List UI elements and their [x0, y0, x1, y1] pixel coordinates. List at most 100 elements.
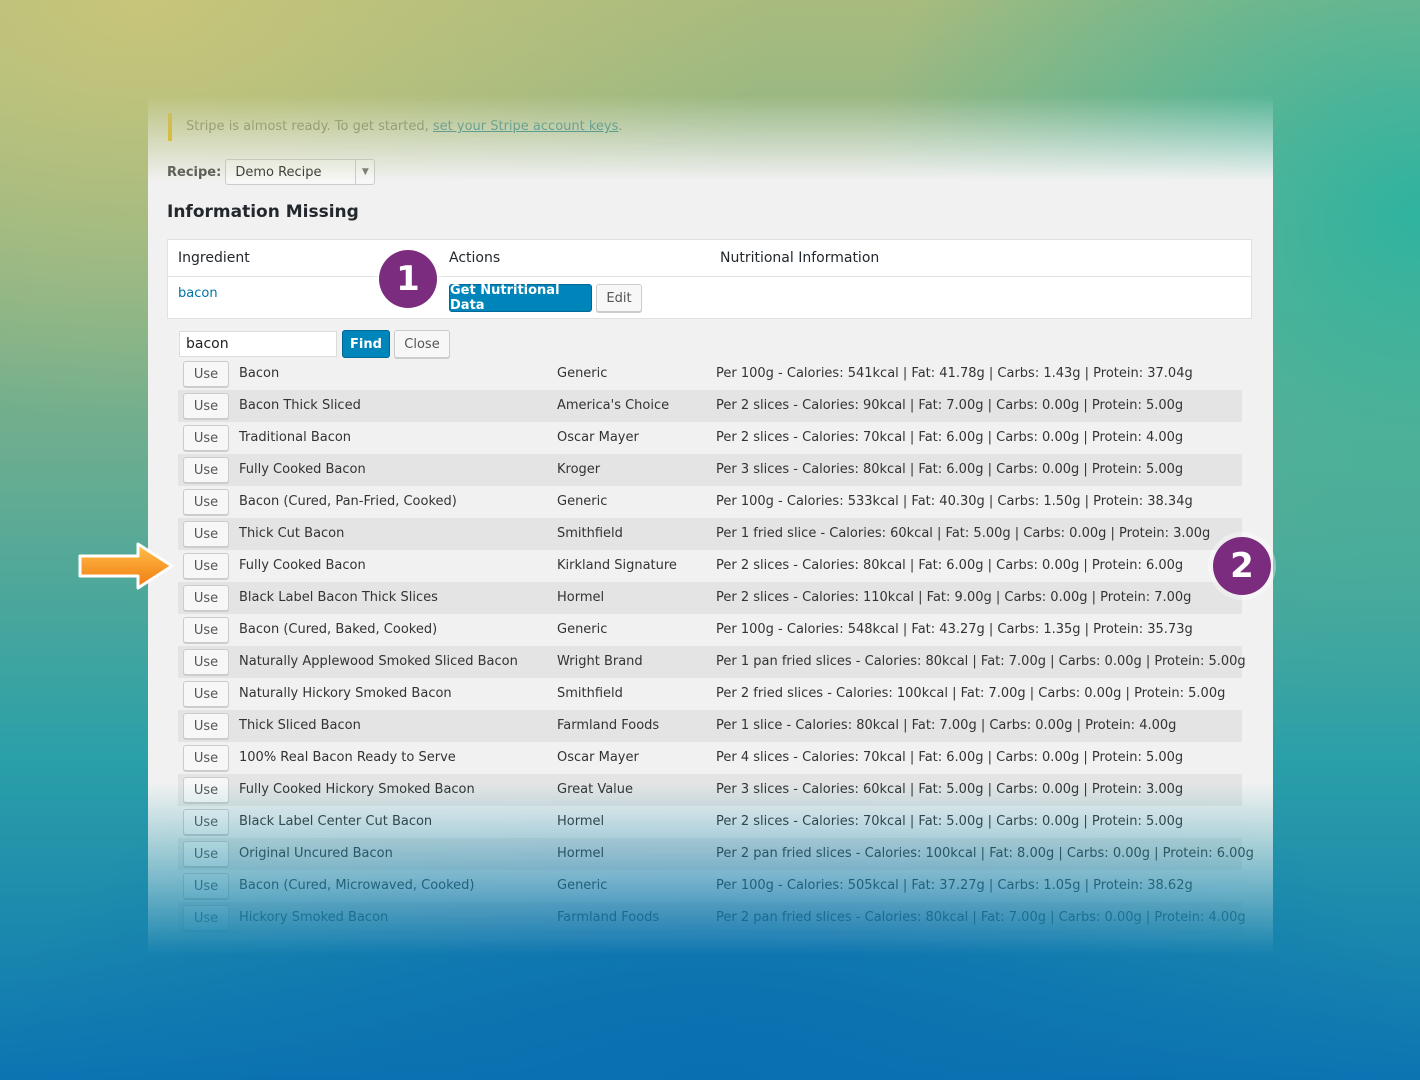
result-brand: Generic — [557, 366, 608, 381]
result-row: Use Fully Cooked Bacon Kroger Per 3 slices … — [178, 454, 1242, 486]
result-brand: Oscar Mayer — [557, 750, 639, 765]
notice-end: . — [618, 119, 623, 134]
result-brand: Smithfield — [557, 686, 623, 701]
use-button[interactable]: Use — [183, 681, 229, 707]
recipe-select-value: Demo Recipe — [235, 164, 322, 180]
result-row: Use Original Uncured Bacon Hormel Per 2 pan… — [178, 838, 1254, 870]
result-brand: Generic — [557, 494, 608, 509]
ingredient-link[interactable]: bacon — [178, 286, 218, 301]
result-name: Black Label Center Cut Bacon — [239, 814, 433, 829]
ingredients-table: Ingredient Actions Nutritional Informati… — [167, 239, 1252, 319]
result-nutrition: Per 2 slices - Calories: 80kcal | Fat: 6… — [716, 558, 1184, 573]
result-name: Thick Sliced Bacon — [239, 718, 361, 733]
use-button[interactable]: Use — [183, 809, 229, 835]
result-nutrition: Per 100g - Calories: 548kcal | Fat: 43.2… — [716, 622, 1193, 637]
result-row: Use Thick Sliced Bacon Farmland Foods Per 1… — [178, 710, 1242, 742]
result-nutrition: Per 2 slices - Calories: 70kcal | Fat: 5… — [716, 814, 1184, 829]
result-row: Use Bacon (Cured, Pan-Fried, Cooked) Gener… — [178, 486, 1242, 518]
use-button[interactable]: Use — [183, 713, 229, 739]
result-name: Thick Cut Bacon — [239, 526, 345, 541]
result-row: Use Black Label Bacon Thick Slices Hormel P… — [178, 582, 1242, 614]
result-brand: America's Choice — [557, 398, 670, 413]
result-name: Fully Cooked Hickory Smoked Bacon — [239, 782, 475, 797]
result-brand: Smithfield — [557, 526, 623, 541]
result-name: Naturally Hickory Smoked Bacon — [239, 686, 452, 701]
result-brand: Great Value — [557, 782, 634, 797]
use-button[interactable]: Use — [183, 425, 229, 451]
use-button[interactable]: Use — [183, 777, 229, 803]
result-brand: Generic — [557, 878, 608, 893]
result-name: Bacon (Cured, Baked, Cooked) — [239, 622, 438, 637]
result-nutrition: Per 100g - Calories: 533kcal | Fat: 40.3… — [716, 494, 1193, 509]
use-button[interactable]: Use — [183, 521, 229, 547]
result-nutrition: Per 4 slices - Calories: 70kcal | Fat: 6… — [716, 750, 1184, 765]
result-brand: Kirkland Signature — [557, 558, 677, 573]
result-nutrition: Per 1 pan fried slices - Calories: 80kca… — [716, 654, 1246, 669]
page-title: Information Missing — [167, 202, 359, 222]
result-brand: Hormel — [557, 814, 605, 829]
result-row: Use Hickory Smoked Bacon Farmland Foods Per… — [178, 902, 1246, 934]
result-row: Use Bacon (Cured, Baked, Cooked) Generic Pe… — [178, 614, 1242, 646]
annotation-badge-1: 1 — [379, 250, 437, 308]
arrow-right-icon — [78, 542, 174, 590]
result-name: Bacon (Cured, Pan-Fried, Cooked) — [239, 494, 457, 509]
admin-panel: Stripe is almost ready. To get started, … — [148, 95, 1273, 955]
result-brand: Generic — [557, 622, 608, 637]
edit-button[interactable]: Edit — [596, 284, 642, 312]
results-list: Use Bacon Generic Per 100g - Calories: 541k… — [178, 358, 1254, 934]
result-name: Traditional Bacon — [239, 430, 352, 445]
use-button[interactable]: Use — [183, 649, 229, 675]
result-name: Black Label Bacon Thick Slices — [239, 590, 438, 605]
result-brand: Kroger — [557, 462, 601, 477]
result-name: Fully Cooked Bacon — [239, 558, 366, 573]
result-name: Bacon (Cured, Microwaved, Cooked) — [239, 878, 475, 893]
use-button[interactable]: Use — [183, 489, 229, 515]
result-nutrition: Per 3 slices - Calories: 60kcal | Fat: 5… — [716, 782, 1184, 797]
result-row: Use Bacon Thick Sliced America's Choice Per… — [178, 390, 1242, 422]
result-name: Fully Cooked Bacon — [239, 462, 366, 477]
result-name: Original Uncured Bacon — [239, 846, 393, 861]
find-button[interactable]: Find — [342, 330, 390, 358]
result-row: Use Thick Cut Bacon Smithfield Per 1 fried … — [178, 518, 1242, 550]
result-nutrition: Per 3 slices - Calories: 80kcal | Fat: 6… — [716, 462, 1184, 477]
result-brand: Hormel — [557, 846, 605, 861]
use-button[interactable]: Use — [183, 873, 229, 899]
use-button[interactable]: Use — [183, 553, 229, 579]
stripe-keys-link[interactable]: set your Stripe account keys — [433, 119, 619, 134]
use-button[interactable]: Use — [183, 905, 229, 931]
use-button[interactable]: Use — [183, 361, 229, 387]
result-brand: Oscar Mayer — [557, 430, 639, 445]
result-name: Hickory Smoked Bacon — [239, 910, 389, 925]
notice-text: Stripe is almost ready. To get started, — [186, 119, 433, 134]
close-button[interactable]: Close — [394, 330, 450, 358]
search-input[interactable]: bacon — [179, 331, 337, 357]
use-button[interactable]: Use — [183, 585, 229, 611]
result-nutrition: Per 2 slices - Calories: 90kcal | Fat: 7… — [716, 398, 1184, 413]
use-button[interactable]: Use — [183, 457, 229, 483]
result-brand: Farmland Foods — [557, 910, 660, 925]
result-row: Use Black Label Center Cut Bacon Hormel Per… — [178, 806, 1242, 838]
result-nutrition: Per 2 pan fried slices - Calories: 100kc… — [716, 846, 1254, 861]
use-button[interactable]: Use — [183, 617, 229, 643]
recipe-select[interactable]: Demo Recipe ▼ — [225, 159, 376, 185]
header-divider — [168, 276, 1251, 277]
get-nutritional-data-button[interactable]: Get Nutritional Data — [449, 283, 592, 313]
result-nutrition: Per 1 fried slice - Calories: 60kcal | F… — [716, 526, 1211, 541]
result-nutrition: Per 2 slices - Calories: 110kcal | Fat: … — [716, 590, 1192, 605]
search-row: bacon Find Close — [179, 330, 450, 358]
use-button[interactable]: Use — [183, 393, 229, 419]
result-row: Use Naturally Hickory Smoked Bacon Smithfi… — [178, 678, 1242, 710]
use-button[interactable]: Use — [183, 841, 229, 867]
result-row: Use Bacon (Cured, Microwaved, Cooked) Gene… — [178, 870, 1242, 902]
result-nutrition: Per 1 slice - Calories: 80kcal | Fat: 7.… — [716, 718, 1177, 733]
header-ingredient: Ingredient — [178, 250, 250, 266]
chevron-down-icon: ▼ — [355, 160, 374, 184]
result-row: Use Bacon Generic Per 100g - Calories: 541k… — [178, 358, 1242, 390]
result-name: Naturally Applewood Smoked Sliced Bacon — [239, 654, 518, 669]
result-nutrition: Per 100g - Calories: 505kcal | Fat: 37.2… — [716, 878, 1193, 893]
use-button[interactable]: Use — [183, 745, 229, 771]
result-nutrition: Per 2 fried slices - Calories: 100kcal |… — [716, 686, 1226, 701]
result-brand: Wright Brand — [557, 654, 643, 669]
annotation-badge-2: 2 — [1213, 537, 1271, 595]
result-brand: Farmland Foods — [557, 718, 660, 733]
